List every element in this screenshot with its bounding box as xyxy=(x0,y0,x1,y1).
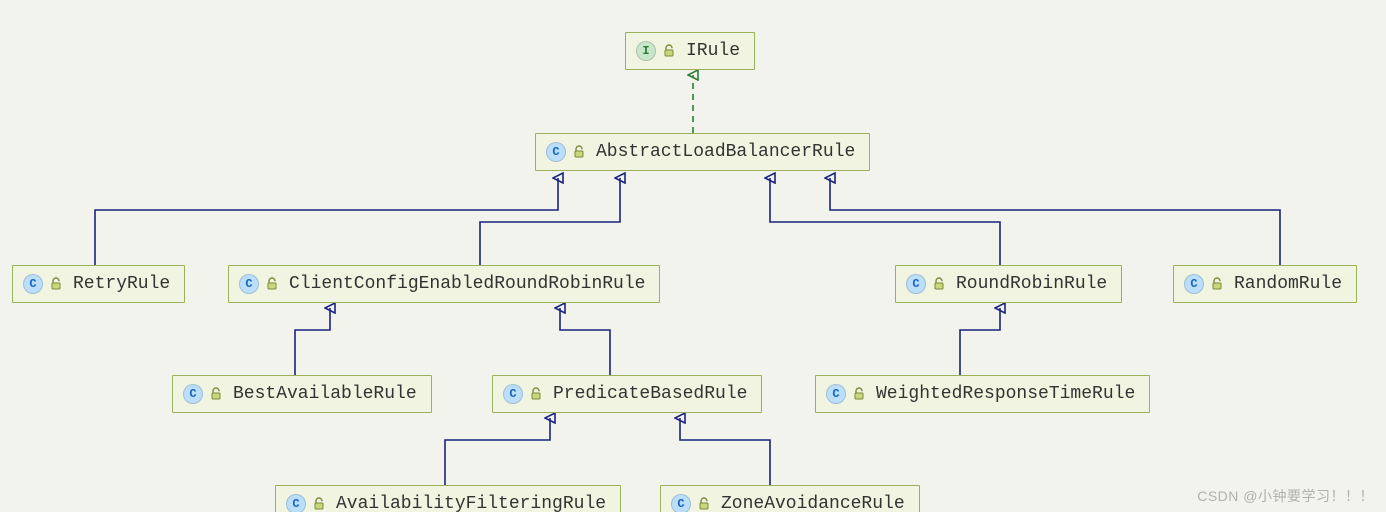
interface-icon: I xyxy=(636,41,656,61)
node-label: BestAvailableRule xyxy=(233,384,417,404)
node-abstract[interactable]: C AbstractLoadBalancerRule xyxy=(535,133,870,171)
unlock-icon xyxy=(312,497,326,511)
unlock-icon xyxy=(697,497,711,511)
watermark-text: CSDN @小钟要学习！！！ xyxy=(1197,486,1374,506)
node-irule[interactable]: I IRule xyxy=(625,32,755,70)
unlock-icon xyxy=(932,277,946,291)
unlock-icon xyxy=(572,145,586,159)
node-label: RetryRule xyxy=(73,274,170,294)
node-retry[interactable]: C RetryRule xyxy=(12,265,185,303)
node-label: AbstractLoadBalancerRule xyxy=(596,142,855,162)
class-icon: C xyxy=(671,494,691,512)
node-label: AvailabilityFilteringRule xyxy=(336,494,606,512)
node-predicate[interactable]: C PredicateBasedRule xyxy=(492,375,762,413)
class-icon: C xyxy=(183,384,203,404)
connector-layer xyxy=(0,0,1386,512)
unlock-icon xyxy=(1210,277,1224,291)
unlock-icon xyxy=(662,44,676,58)
node-random[interactable]: C RandomRule xyxy=(1173,265,1357,303)
node-label: IRule xyxy=(686,41,740,61)
node-roundrobin[interactable]: C RoundRobinRule xyxy=(895,265,1122,303)
class-icon: C xyxy=(546,142,566,162)
unlock-icon xyxy=(852,387,866,401)
node-availfilter[interactable]: C AvailabilityFilteringRule xyxy=(275,485,621,512)
node-bestavail[interactable]: C BestAvailableRule xyxy=(172,375,432,413)
unlock-icon xyxy=(209,387,223,401)
node-label: RandomRule xyxy=(1234,274,1342,294)
class-icon: C xyxy=(503,384,523,404)
unlock-icon xyxy=(265,277,279,291)
unlock-icon xyxy=(529,387,543,401)
node-label: PredicateBasedRule xyxy=(553,384,747,404)
node-label: ZoneAvoidanceRule xyxy=(721,494,905,512)
node-zoneavoid[interactable]: C ZoneAvoidanceRule xyxy=(660,485,920,512)
node-weighted[interactable]: C WeightedResponseTimeRule xyxy=(815,375,1150,413)
class-icon: C xyxy=(286,494,306,512)
node-label: RoundRobinRule xyxy=(956,274,1107,294)
class-icon: C xyxy=(906,274,926,294)
class-icon: C xyxy=(1184,274,1204,294)
class-icon: C xyxy=(23,274,43,294)
class-icon: C xyxy=(826,384,846,404)
node-clientconfig[interactable]: C ClientConfigEnabledRoundRobinRule xyxy=(228,265,660,303)
node-label: WeightedResponseTimeRule xyxy=(876,384,1135,404)
node-label: ClientConfigEnabledRoundRobinRule xyxy=(289,274,645,294)
class-icon: C xyxy=(239,274,259,294)
unlock-icon xyxy=(49,277,63,291)
